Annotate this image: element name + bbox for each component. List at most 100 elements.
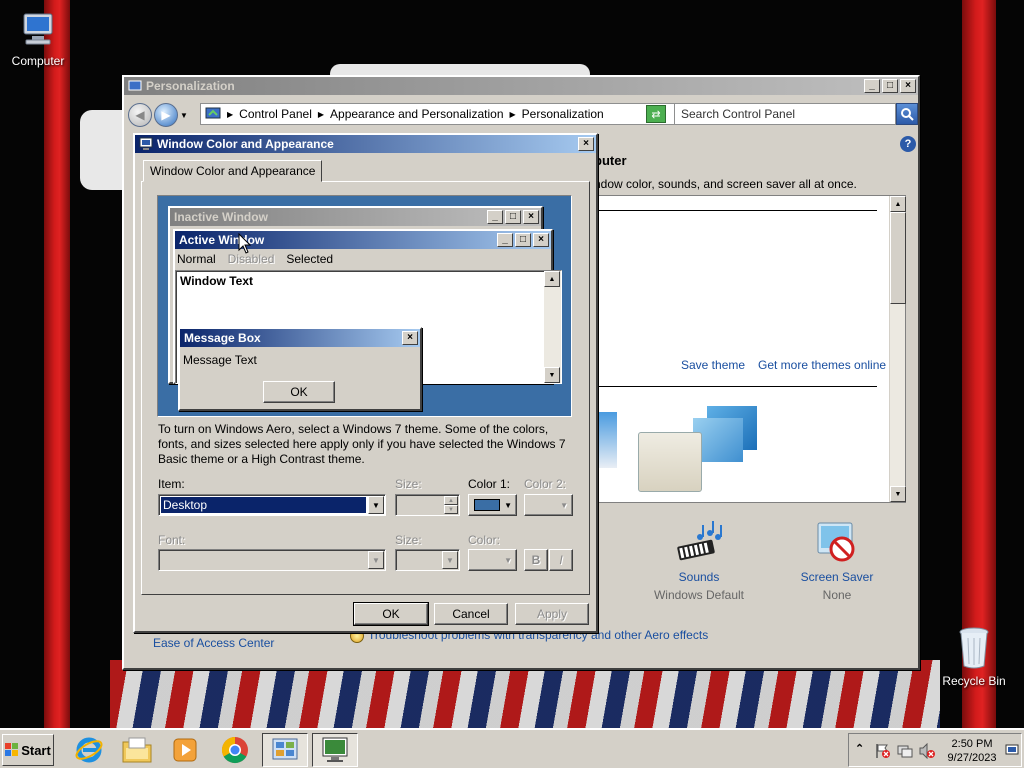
window-title: Personalization <box>146 79 235 93</box>
forward-button[interactable]: ▶ <box>154 103 178 127</box>
ease-of-access-link[interactable]: Ease of Access Center <box>153 636 274 650</box>
screen-saver-setting[interactable]: Screen Saver None <box>782 521 892 602</box>
volume-muted-icon[interactable] <box>919 743 935 759</box>
folder-icon <box>122 737 152 763</box>
taskbar-file-explorer[interactable] <box>114 733 160 767</box>
show-desktop-icon[interactable] <box>1005 743 1019 757</box>
taskbar-personalization[interactable] <box>312 733 358 767</box>
scroll-thumb[interactable] <box>890 212 906 304</box>
color2-picker[interactable]: ▼ <box>524 494 573 516</box>
close-icon: × <box>533 233 549 247</box>
desktop-icon-label: Recycle Bin <box>942 674 1006 688</box>
preview-inactive-titlebar: Inactive Window _ □ × <box>170 208 541 226</box>
taskbar-chrome[interactable] <box>212 733 258 767</box>
apply-label: Apply <box>536 607 568 621</box>
themes-list[interactable]: Save theme Get more themes online ▲ ▼ <box>594 195 906 503</box>
spin-down-icon[interactable]: ▼ <box>444 505 458 514</box>
font-color-picker[interactable]: ▼ <box>468 549 517 571</box>
personalization-titlebar[interactable]: Personalization _ □ × <box>124 77 918 95</box>
chevron-right-icon[interactable]: ▶ <box>227 110 233 119</box>
search-button[interactable] <box>896 103 918 125</box>
desktop-icon-computer[interactable]: Computer <box>0 10 76 68</box>
scroll-up-arrow-icon[interactable]: ▲ <box>890 196 906 212</box>
item-dropdown[interactable]: Desktop ▼ <box>158 494 386 516</box>
theme-thumbnail[interactable] <box>599 412 617 468</box>
minimize-icon: _ <box>487 210 503 224</box>
item-label: Item: <box>158 477 185 491</box>
preview-msgbox-ok-label: OK <box>290 385 308 399</box>
minimize-button[interactable]: _ <box>864 79 880 93</box>
theme-thumbnail-selected[interactable] <box>638 432 702 492</box>
back-button[interactable]: ◀ <box>128 103 152 127</box>
preview-msgbox-ok-button: OK <box>263 381 335 403</box>
close-button[interactable]: × <box>900 79 916 93</box>
taskbar-internet-explorer[interactable] <box>66 733 112 767</box>
dialog-titlebar[interactable]: Window Color and Appearance × <box>135 135 596 153</box>
breadcrumb-item[interactable]: Control Panel <box>239 107 312 121</box>
font-dropdown[interactable]: ▼ <box>158 549 386 571</box>
breadcrumb-item[interactable]: Personalization <box>522 107 604 121</box>
tab-window-color[interactable]: Window Color and Appearance <box>143 160 323 182</box>
search-input[interactable]: Search Control Panel <box>674 103 896 125</box>
clock-time: 2:50 PM <box>951 738 993 750</box>
scroll-up-arrow-icon: ▲ <box>544 271 560 287</box>
chevron-down-icon[interactable]: ▼ <box>368 496 384 514</box>
appearance-preview[interactable]: Inactive Window _ □ × Active Window _ □ … <box>157 195 572 417</box>
cancel-button[interactable]: Cancel <box>434 603 508 625</box>
desktop-icon-label: Computer <box>11 54 65 68</box>
help-icon[interactable]: ? <box>900 136 916 152</box>
chevron-down-icon[interactable]: ▼ <box>442 551 458 569</box>
chevron-down-icon: ▼ <box>504 500 512 510</box>
ok-label: OK <box>382 607 400 621</box>
size-spinner[interactable]: ▲ ▼ <box>395 494 460 516</box>
preview-menu-bar: Normal Disabled Selected <box>177 251 333 267</box>
close-icon: × <box>402 331 418 345</box>
refresh-icon[interactable]: ⇄ <box>646 105 666 123</box>
size-label: Size: <box>395 477 422 491</box>
apply-button[interactable]: Apply <box>515 603 589 625</box>
desktop-icon-recycle-bin[interactable]: Recycle Bin <box>936 626 1012 688</box>
italic-label: I <box>559 553 563 567</box>
clock[interactable]: 2:50 PM 9/27/2023 <box>943 737 1001 765</box>
bold-button[interactable]: B <box>524 549 548 571</box>
scroll-down-arrow-icon[interactable]: ▼ <box>890 486 906 502</box>
italic-button[interactable]: I <box>549 549 573 571</box>
start-label: Start <box>21 742 51 758</box>
chevron-right-icon[interactable]: ▶ <box>318 110 324 119</box>
recent-pages-icon[interactable]: ▼ <box>180 111 188 120</box>
page-heading: puter <box>594 153 627 168</box>
font-size-label: Size: <box>395 533 422 547</box>
chevron-down-icon[interactable]: ▼ <box>368 551 384 569</box>
display-icon <box>139 137 153 150</box>
show-hidden-icons-button[interactable]: ⌃ <box>855 742 864 755</box>
maximize-button[interactable]: □ <box>882 79 898 93</box>
start-button[interactable]: Start <box>2 734 54 766</box>
breadcrumb[interactable]: ▶ Control Panel ▶ Appearance and Persona… <box>200 103 712 125</box>
color1-picker[interactable]: ▼ <box>468 494 517 516</box>
wallpaper-stripe-right <box>962 0 996 728</box>
chevron-right-icon[interactable]: ▶ <box>510 110 516 119</box>
network-icon[interactable] <box>897 743 913 759</box>
spin-up-icon[interactable]: ▲ <box>444 496 458 505</box>
action-center-flag-icon[interactable] <box>875 743 891 759</box>
get-more-themes-link[interactable]: Get more themes online <box>758 358 886 372</box>
mouse-cursor-icon <box>238 233 252 254</box>
color1-swatch <box>474 499 500 511</box>
ok-button[interactable]: OK <box>353 602 429 626</box>
control-panel-icon <box>272 738 298 760</box>
taskbar: Start ⌃ 2:50 PM 9/27/2023 <box>0 728 1024 768</box>
sounds-setting[interactable]: Sounds Windows Default <box>644 521 754 602</box>
bold-label: B <box>531 553 541 567</box>
close-button[interactable]: × <box>578 137 594 151</box>
preview-menu-selected: Selected <box>286 252 334 266</box>
chevron-down-icon: ▼ <box>560 500 568 510</box>
taskbar-control-panel[interactable] <box>262 733 308 767</box>
taskbar-media-player[interactable] <box>162 733 208 767</box>
sounds-icon <box>677 521 722 561</box>
breadcrumb-item[interactable]: Appearance and Personalization <box>330 107 503 121</box>
control-panel-icon <box>128 80 142 91</box>
font-size-dropdown[interactable]: ▼ <box>395 549 460 571</box>
themes-scrollbar[interactable]: ▲ ▼ <box>889 196 906 502</box>
save-theme-link[interactable]: Save theme <box>681 358 745 372</box>
sounds-value: Windows Default <box>653 588 745 602</box>
